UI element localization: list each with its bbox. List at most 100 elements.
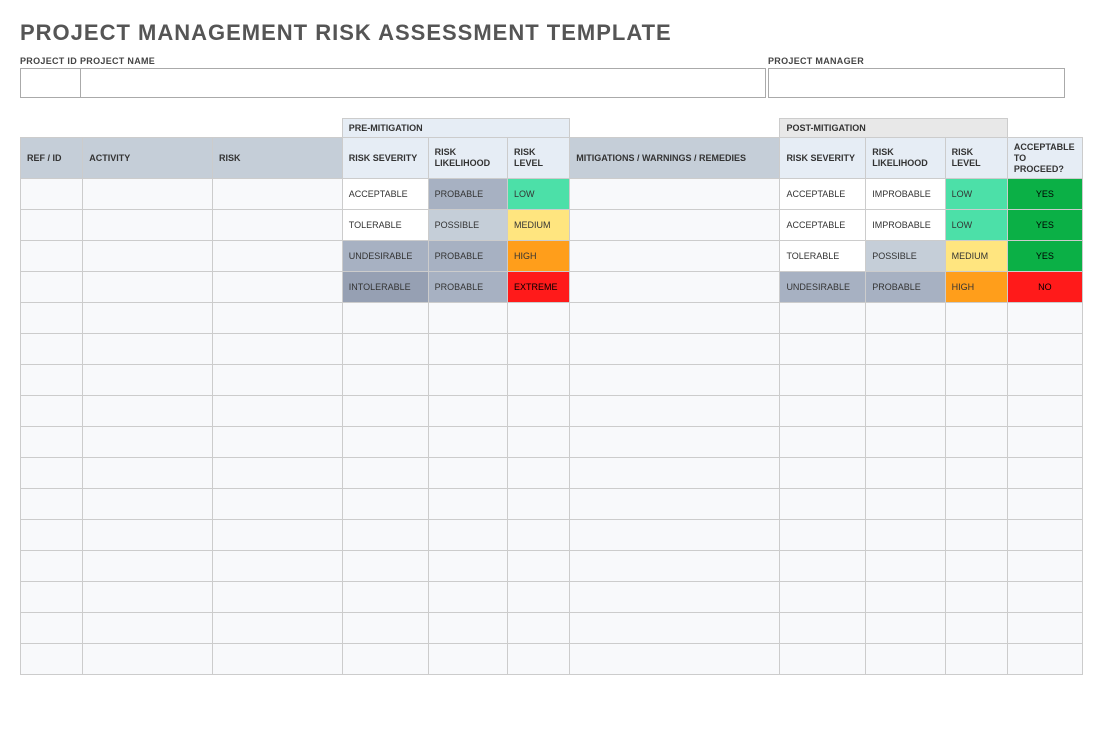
empty-cell[interactable]: [21, 520, 83, 551]
empty-cell[interactable]: [945, 427, 1007, 458]
empty-cell[interactable]: [212, 303, 342, 334]
empty-cell[interactable]: [21, 365, 83, 396]
mitigations-cell[interactable]: [570, 272, 780, 303]
ref-cell[interactable]: [21, 241, 83, 272]
empty-cell[interactable]: [83, 613, 213, 644]
empty-cell[interactable]: [1007, 334, 1082, 365]
empty-cell[interactable]: [866, 334, 945, 365]
risk-cell[interactable]: [212, 241, 342, 272]
empty-cell[interactable]: [945, 365, 1007, 396]
empty-cell[interactable]: [212, 613, 342, 644]
activity-cell[interactable]: [83, 210, 213, 241]
empty-cell[interactable]: [1007, 303, 1082, 334]
empty-cell[interactable]: [570, 551, 780, 582]
acceptable-cell[interactable]: NO: [1007, 272, 1082, 303]
empty-cell[interactable]: [83, 458, 213, 489]
empty-cell[interactable]: [1007, 582, 1082, 613]
pre-level-cell[interactable]: HIGH: [507, 241, 569, 272]
activity-cell[interactable]: [83, 241, 213, 272]
pre-likelihood-cell[interactable]: PROBABLE: [428, 272, 507, 303]
empty-cell[interactable]: [1007, 458, 1082, 489]
empty-cell[interactable]: [21, 551, 83, 582]
post-level-cell[interactable]: LOW: [945, 210, 1007, 241]
empty-cell[interactable]: [342, 489, 428, 520]
empty-cell[interactable]: [507, 489, 569, 520]
empty-cell[interactable]: [945, 613, 1007, 644]
pre-likelihood-cell[interactable]: PROBABLE: [428, 179, 507, 210]
empty-cell[interactable]: [212, 365, 342, 396]
pre-severity-cell[interactable]: ACCEPTABLE: [342, 179, 428, 210]
empty-cell[interactable]: [570, 613, 780, 644]
empty-cell[interactable]: [1007, 365, 1082, 396]
empty-cell[interactable]: [866, 458, 945, 489]
activity-cell[interactable]: [83, 179, 213, 210]
empty-cell[interactable]: [780, 582, 866, 613]
empty-cell[interactable]: [780, 489, 866, 520]
pre-likelihood-cell[interactable]: POSSIBLE: [428, 210, 507, 241]
empty-cell[interactable]: [83, 582, 213, 613]
empty-cell[interactable]: [1007, 613, 1082, 644]
empty-cell[interactable]: [780, 458, 866, 489]
empty-cell[interactable]: [945, 458, 1007, 489]
empty-cell[interactable]: [342, 613, 428, 644]
empty-cell[interactable]: [83, 396, 213, 427]
empty-cell[interactable]: [212, 520, 342, 551]
ref-cell[interactable]: [21, 210, 83, 241]
empty-cell[interactable]: [866, 551, 945, 582]
empty-cell[interactable]: [1007, 644, 1082, 675]
empty-cell[interactable]: [570, 520, 780, 551]
empty-cell[interactable]: [570, 489, 780, 520]
empty-cell[interactable]: [428, 644, 507, 675]
empty-cell[interactable]: [866, 613, 945, 644]
post-likelihood-cell[interactable]: POSSIBLE: [866, 241, 945, 272]
empty-cell[interactable]: [780, 644, 866, 675]
empty-cell[interactable]: [21, 613, 83, 644]
empty-cell[interactable]: [507, 365, 569, 396]
empty-cell[interactable]: [212, 551, 342, 582]
empty-cell[interactable]: [866, 644, 945, 675]
empty-cell[interactable]: [83, 489, 213, 520]
empty-cell[interactable]: [21, 396, 83, 427]
empty-cell[interactable]: [570, 396, 780, 427]
empty-cell[interactable]: [342, 365, 428, 396]
empty-cell[interactable]: [342, 334, 428, 365]
pre-level-cell[interactable]: EXTREME: [507, 272, 569, 303]
post-severity-cell[interactable]: TOLERABLE: [780, 241, 866, 272]
project-id-input[interactable]: [20, 68, 80, 98]
empty-cell[interactable]: [212, 334, 342, 365]
empty-cell[interactable]: [342, 458, 428, 489]
empty-cell[interactable]: [866, 489, 945, 520]
empty-cell[interactable]: [780, 365, 866, 396]
mitigations-cell[interactable]: [570, 241, 780, 272]
empty-cell[interactable]: [507, 582, 569, 613]
mitigations-cell[interactable]: [570, 179, 780, 210]
project-name-input[interactable]: [80, 68, 766, 98]
empty-cell[interactable]: [21, 303, 83, 334]
pre-level-cell[interactable]: LOW: [507, 179, 569, 210]
post-level-cell[interactable]: MEDIUM: [945, 241, 1007, 272]
empty-cell[interactable]: [507, 334, 569, 365]
empty-cell[interactable]: [945, 582, 1007, 613]
empty-cell[interactable]: [428, 582, 507, 613]
acceptable-cell[interactable]: YES: [1007, 210, 1082, 241]
risk-cell[interactable]: [212, 210, 342, 241]
empty-cell[interactable]: [21, 458, 83, 489]
empty-cell[interactable]: [507, 613, 569, 644]
mitigations-cell[interactable]: [570, 210, 780, 241]
empty-cell[interactable]: [342, 551, 428, 582]
empty-cell[interactable]: [83, 520, 213, 551]
empty-cell[interactable]: [212, 489, 342, 520]
empty-cell[interactable]: [342, 520, 428, 551]
empty-cell[interactable]: [507, 644, 569, 675]
post-severity-cell[interactable]: ACCEPTABLE: [780, 179, 866, 210]
empty-cell[interactable]: [780, 334, 866, 365]
empty-cell[interactable]: [212, 644, 342, 675]
pre-severity-cell[interactable]: TOLERABLE: [342, 210, 428, 241]
post-likelihood-cell[interactable]: PROBABLE: [866, 272, 945, 303]
empty-cell[interactable]: [780, 427, 866, 458]
empty-cell[interactable]: [428, 334, 507, 365]
empty-cell[interactable]: [83, 427, 213, 458]
empty-cell[interactable]: [507, 520, 569, 551]
post-severity-cell[interactable]: ACCEPTABLE: [780, 210, 866, 241]
empty-cell[interactable]: [1007, 396, 1082, 427]
